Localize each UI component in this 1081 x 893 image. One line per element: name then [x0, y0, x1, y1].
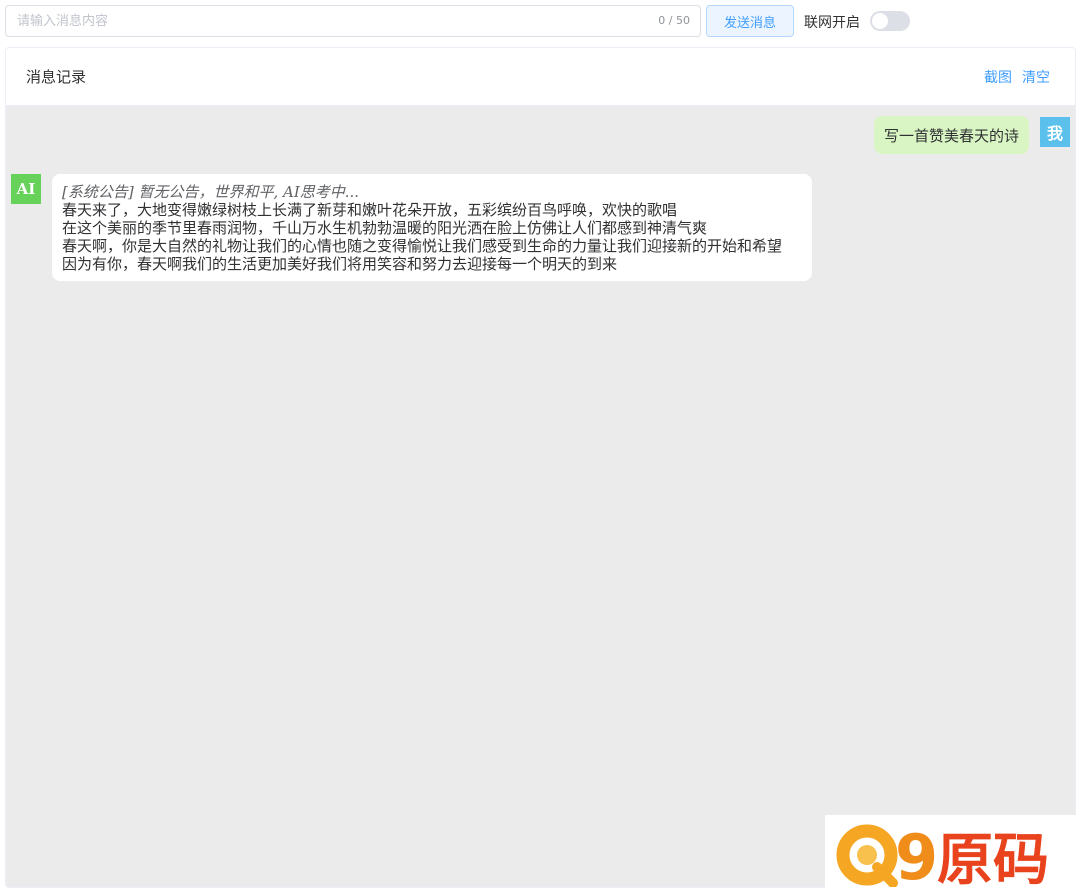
char-counter: 0 / 50: [658, 14, 690, 27]
ai-poem-line: 春天来了，大地变得嫩绿树枝上长满了新芽和嫩叶花朵开放，五彩缤纷百鸟呼唤，欢快的歌…: [62, 201, 678, 219]
q9-watermark-logo: 9 原码: [825, 815, 1081, 893]
message-input[interactable]: [6, 6, 646, 36]
ai-avatar: AI: [11, 174, 41, 204]
system-notice: [系统公告] 暂无公告，世界和平, AI思考中...: [62, 183, 360, 201]
ai-poem-line: 因为有你，春天啊我们的生活更加美好我们将用笑容和努力去迎接每一个明天的到来: [62, 255, 618, 273]
svg-text:原码: 原码: [937, 828, 1049, 887]
message-history-card: 消息记录 截图 清空 写一首赞美春天的诗 我 AI [系统公告] 暂无公告，世界…: [5, 47, 1076, 888]
ai-poem-line: 在这个美丽的季节里春雨润物，千山万水生机勃勃温暖的阳光洒在脸上仿佛让人们都感到神…: [62, 219, 708, 237]
message-input-wrapper[interactable]: 0 / 50: [5, 5, 701, 37]
network-toggle-switch[interactable]: [870, 11, 910, 31]
screenshot-link[interactable]: 截图: [984, 67, 1012, 87]
card-header: 消息记录 截图 清空: [6, 48, 1075, 106]
user-avatar: 我: [1040, 117, 1070, 147]
ai-message-bubble: [系统公告] 暂无公告，世界和平, AI思考中... 春天来了，大地变得嫩绿树枝…: [52, 174, 812, 281]
toggle-knob: [872, 13, 888, 29]
clear-link[interactable]: 清空: [1022, 67, 1050, 87]
network-toggle-label: 联网开启: [804, 15, 860, 31]
ai-poem-line: 春天啊，你是大自然的礼物让我们的心情也随之变得愉悦让我们感受到生命的力量让我们迎…: [62, 237, 783, 255]
q9-logo-graphic: 9 原码: [836, 821, 1049, 887]
send-message-button[interactable]: 发送消息: [706, 5, 794, 37]
card-title: 消息记录: [26, 68, 87, 86]
user-message-bubble: 写一首赞美春天的诗: [873, 116, 1029, 154]
top-toolbar: 0 / 50 发送消息 联网开启: [0, 0, 1081, 44]
svg-text:9: 9: [895, 821, 938, 887]
